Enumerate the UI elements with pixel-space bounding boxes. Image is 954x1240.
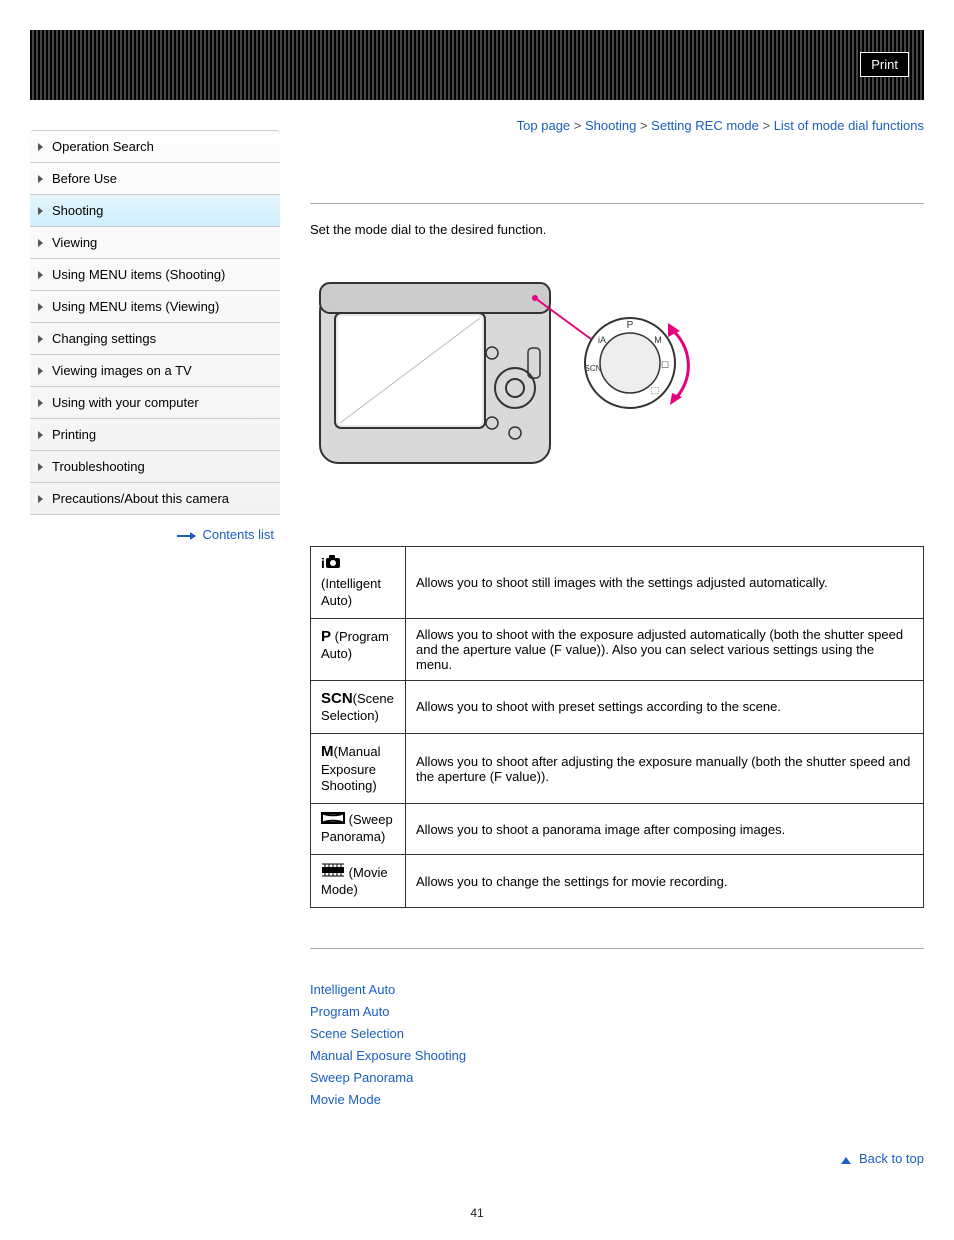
contents-list-link[interactable]: Contents list xyxy=(202,527,274,542)
contents-list-link-wrap: Contents list xyxy=(30,515,280,542)
nav-item-troubleshooting[interactable]: Troubleshooting xyxy=(30,451,280,483)
nav-item-computer[interactable]: Using with your computer xyxy=(30,387,280,419)
mode-sweep-panorama: (Sweep Panorama) xyxy=(311,804,406,855)
mode-dial-p-icon: P xyxy=(321,628,331,645)
svg-text:i: i xyxy=(321,555,325,571)
camera-illustration: P M ☐ ⬚ iA SCN xyxy=(310,253,690,503)
triangle-up-icon xyxy=(841,1157,851,1164)
back-to-top-link[interactable]: Back to top xyxy=(859,1151,924,1166)
nav-item-viewing-tv[interactable]: Viewing images on a TV xyxy=(30,355,280,387)
table-row: (Sweep Panorama) Allows you to shoot a p… xyxy=(311,804,924,855)
divider xyxy=(310,948,924,949)
mode-desc: Allows you to shoot after adjusting the … xyxy=(406,734,924,804)
table-row: SCN(Scene Selection) Allows you to shoot… xyxy=(311,680,924,733)
mode-desc: Allows you to shoot with the exposure ad… xyxy=(406,618,924,680)
breadcrumb-rec-mode[interactable]: Setting REC mode xyxy=(651,118,759,133)
table-row: P (Program Auto) Allows you to shoot wit… xyxy=(311,618,924,680)
breadcrumb: Top page > Shooting > Setting REC mode >… xyxy=(310,118,924,133)
nav-item-before-use[interactable]: Before Use xyxy=(30,163,280,195)
divider xyxy=(310,203,924,204)
nav-item-changing-settings[interactable]: Changing settings xyxy=(30,323,280,355)
nav-item-menu-shooting[interactable]: Using MENU items (Shooting) xyxy=(30,259,280,291)
breadcrumb-shooting[interactable]: Shooting xyxy=(585,118,636,133)
link-movie-mode[interactable]: Movie Mode xyxy=(310,1089,924,1111)
svg-text:SCN: SCN xyxy=(585,364,602,373)
svg-text:P: P xyxy=(627,320,634,331)
svg-text:M: M xyxy=(654,335,662,345)
table-row: (Movie Mode) Allows you to change the se… xyxy=(311,855,924,908)
nav-item-operation-search[interactable]: Operation Search xyxy=(30,131,280,163)
nav-item-precautions[interactable]: Precautions/About this camera xyxy=(30,483,280,515)
mode-desc: Allows you to change the settings for mo… xyxy=(406,855,924,908)
link-program-auto[interactable]: Program Auto xyxy=(310,1001,924,1023)
breadcrumb-current[interactable]: List of mode dial functions xyxy=(774,118,924,133)
svg-text:⬚: ⬚ xyxy=(651,385,660,395)
related-links: Intelligent Auto Program Auto Scene Sele… xyxy=(310,979,924,1112)
mode-desc: Allows you to shoot a panorama image aft… xyxy=(406,804,924,855)
arrow-right-icon xyxy=(177,535,195,537)
back-to-top: Back to top xyxy=(310,1151,924,1166)
mode-intelligent-auto: i (Intelligent Auto) xyxy=(311,547,406,619)
svg-text:☐: ☐ xyxy=(661,360,669,370)
mode-manual-exposure: M(Manual Exposure Shooting) xyxy=(311,734,406,804)
mode-dial-intelligent-auto-icon: i xyxy=(321,559,343,574)
nav-item-printing[interactable]: Printing xyxy=(30,419,280,451)
mode-scene-selection: SCN(Scene Selection) xyxy=(311,680,406,733)
sidebar: Operation Search Before Use Shooting Vie… xyxy=(30,100,280,1166)
mode-program-auto: P (Program Auto) xyxy=(311,618,406,680)
mode-dial-panorama-icon xyxy=(321,812,349,827)
link-manual-exposure[interactable]: Manual Exposure Shooting xyxy=(310,1045,924,1067)
mode-label: (Program Auto) xyxy=(321,629,389,662)
mode-desc: Allows you to shoot with preset settings… xyxy=(406,680,924,733)
mode-dial-scn-icon: SCN xyxy=(321,690,353,707)
mode-dial-m-icon: M xyxy=(321,743,334,760)
link-intelligent-auto[interactable]: Intelligent Auto xyxy=(310,979,924,1001)
mode-dial-movie-icon xyxy=(321,865,349,880)
nav-item-menu-viewing[interactable]: Using MENU items (Viewing) xyxy=(30,291,280,323)
mode-desc: Allows you to shoot still images with th… xyxy=(406,547,924,619)
nav-item-viewing[interactable]: Viewing xyxy=(30,227,280,259)
nav-item-shooting[interactable]: Shooting xyxy=(30,195,280,227)
link-sweep-panorama[interactable]: Sweep Panorama xyxy=(310,1067,924,1089)
mode-movie: (Movie Mode) xyxy=(311,855,406,908)
table-row: i (Intelligent Auto) Allows you to shoot… xyxy=(311,547,924,619)
main-content: Top page > Shooting > Setting REC mode >… xyxy=(280,100,924,1166)
print-button[interactable]: Print xyxy=(860,52,909,77)
breadcrumb-top[interactable]: Top page xyxy=(517,118,571,133)
modes-table: i (Intelligent Auto) Allows you to shoot… xyxy=(310,546,924,908)
intro-text: Set the mode dial to the desired functio… xyxy=(310,222,924,237)
link-scene-selection[interactable]: Scene Selection xyxy=(310,1023,924,1045)
header-bar: Print xyxy=(30,30,924,100)
nav-list: Operation Search Before Use Shooting Vie… xyxy=(30,130,280,515)
mode-label: (Intelligent Auto) xyxy=(321,576,381,608)
table-row: M(Manual Exposure Shooting) Allows you t… xyxy=(311,734,924,804)
svg-text:iA: iA xyxy=(598,335,606,345)
